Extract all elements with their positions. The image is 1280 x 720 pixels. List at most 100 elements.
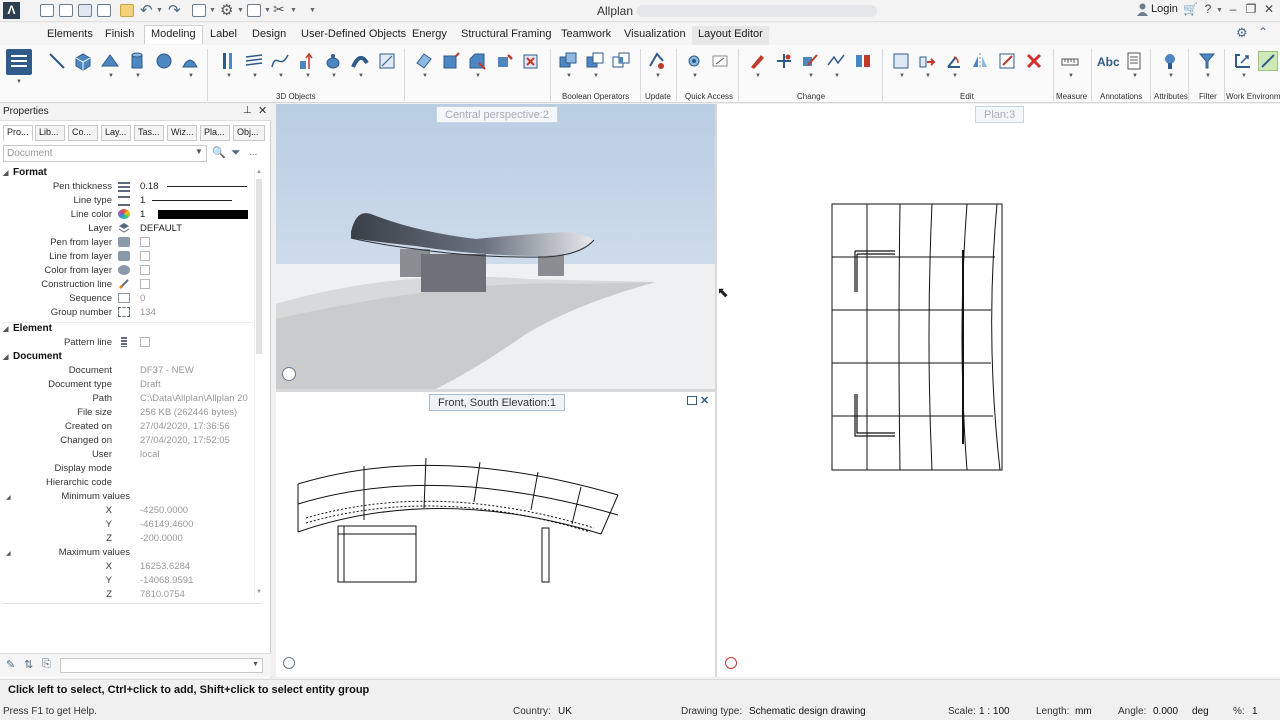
customize-toolbar-icon[interactable]: ▼	[309, 7, 316, 14]
dropdown-caret-icon[interactable]: ▼	[1068, 73, 1074, 79]
delete-icon[interactable]	[1024, 51, 1044, 71]
attributes-icon[interactable]	[1160, 51, 1180, 71]
dropdown-caret-icon[interactable]: ▼	[925, 73, 931, 79]
color-from-layer-checkbox[interactable]	[140, 265, 150, 275]
pattern-line-checkbox[interactable]	[140, 337, 150, 347]
viewport-nav-icon[interactable]	[725, 657, 737, 669]
section-element[interactable]: ◢ Element	[3, 323, 52, 334]
section-document[interactable]: ◢ Document	[3, 351, 62, 362]
apply-icon[interactable]: ⎘	[42, 658, 51, 671]
annotations-abc-icon[interactable]: Abc	[1097, 55, 1120, 69]
tab-label[interactable]: Label	[210, 26, 237, 45]
viewport-perspective-title[interactable]: Central perspective:2	[436, 106, 558, 123]
tab-structural-framing[interactable]: Structural Framing	[461, 26, 551, 45]
collapse-minimum-icon[interactable]: ◢	[6, 494, 11, 501]
help-icon[interactable]: ?	[1201, 2, 1215, 18]
group-number-value[interactable]: 134	[140, 307, 156, 318]
tab-user-defined-objects[interactable]: User-Defined Objects	[301, 26, 406, 45]
modify-format-icon[interactable]	[747, 51, 767, 71]
filter-icon[interactable]	[1197, 51, 1217, 71]
redo-icon[interactable]: ↷	[168, 1, 181, 19]
select-dropdown-icon[interactable]: ▼	[195, 147, 203, 156]
annotation-list-icon[interactable]	[1124, 51, 1144, 71]
help-dropdown-icon[interactable]: ▼	[1216, 7, 1223, 14]
tab-modeling[interactable]: Modeling	[144, 25, 203, 44]
viewport-perspective[interactable]: Central perspective:2	[276, 104, 715, 389]
tab-properties[interactable]: Pro...	[3, 125, 33, 141]
properties-toggle-dropdown-icon[interactable]: ▼	[16, 79, 22, 85]
percent-value[interactable]: 1	[1252, 706, 1258, 717]
edit-mirror-icon[interactable]	[970, 51, 990, 71]
tab-tasks[interactable]: Tas...	[134, 125, 164, 141]
viewport-nav-icon[interactable]	[282, 367, 296, 381]
layout-icon[interactable]	[247, 4, 261, 17]
chamfer-icon[interactable]	[467, 51, 487, 71]
folder-icon[interactable]	[120, 4, 134, 17]
settings-wheel-icon[interactable]: ⚙	[220, 1, 233, 19]
properties-scrollbar[interactable]: ▲ ▼	[254, 169, 262, 599]
collapse-icon[interactable]: ◢	[3, 325, 13, 333]
save-icon[interactable]	[78, 4, 92, 17]
fillet-icon[interactable]	[441, 51, 461, 71]
dropdown-caret-icon[interactable]: ▼	[952, 73, 958, 79]
dropdown-caret-icon[interactable]: ▼	[305, 73, 311, 79]
favorites-select[interactable]	[60, 658, 263, 673]
tab-visualization[interactable]: Visualization	[624, 26, 686, 45]
open-icon[interactable]	[59, 4, 73, 17]
edit-scale-icon[interactable]	[997, 51, 1017, 71]
minimize-icon[interactable]: –	[1226, 2, 1240, 18]
cylinder-icon[interactable]	[127, 51, 147, 71]
subtract-icon[interactable]	[585, 51, 605, 71]
sphere-icon[interactable]	[154, 51, 174, 71]
separate-icon[interactable]	[521, 51, 541, 71]
allplan-logo-icon[interactable]: Λ	[3, 2, 20, 19]
dropdown-caret-icon[interactable]: ▼	[278, 73, 284, 79]
dropdown-caret-icon[interactable]: ▼	[566, 73, 572, 79]
eyedropper-icon[interactable]: ✎	[6, 658, 15, 671]
tab-design[interactable]: Design	[252, 26, 286, 45]
tab-wizards[interactable]: Wiz...	[167, 125, 197, 141]
section-format[interactable]: ◢ Format	[3, 167, 47, 178]
scroll-down-icon[interactable]: ▼	[256, 589, 262, 595]
dropdown-caret-icon[interactable]: ▼	[226, 73, 232, 79]
update-icon[interactable]	[647, 51, 667, 71]
tab-layout-editor[interactable]: Layout Editor	[692, 26, 769, 45]
dropdown-caret-icon[interactable]: ▼	[655, 73, 661, 79]
pen-thickness-value[interactable]: 0.18	[140, 181, 159, 192]
dropdown-caret-icon[interactable]: ▼	[692, 73, 698, 79]
measure-icon[interactable]	[1060, 51, 1080, 71]
edit-rotate-icon[interactable]	[944, 51, 964, 71]
move-icon[interactable]	[774, 51, 794, 71]
angle-value[interactable]: 0.000	[1153, 706, 1178, 717]
shell-icon[interactable]	[494, 51, 514, 71]
pyramid-icon[interactable]	[100, 51, 120, 71]
drawing-type-value[interactable]: Schematic design drawing	[749, 706, 866, 717]
dropdown-caret-icon[interactable]: ▼	[1241, 73, 1247, 79]
view-icon[interactable]	[192, 4, 206, 17]
intersect-icon[interactable]	[611, 51, 631, 71]
dropdown-caret-icon[interactable]: ▼	[1168, 73, 1174, 79]
tools-dropdown-icon[interactable]: ▼	[290, 7, 297, 14]
cone-icon[interactable]	[180, 51, 200, 71]
tab-library[interactable]: Lib...	[35, 125, 65, 141]
dropdown-caret-icon[interactable]: ▼	[1205, 73, 1211, 79]
rotate-icon[interactable]	[323, 51, 343, 71]
tab-energy[interactable]: Energy	[412, 26, 447, 45]
loft-icon[interactable]	[350, 51, 370, 71]
convert-icon[interactable]	[377, 51, 397, 71]
line-from-layer-checkbox[interactable]	[140, 251, 150, 261]
dropdown-caret-icon[interactable]: ▼	[331, 73, 337, 79]
dropdown-caret-icon[interactable]: ▼	[755, 73, 761, 79]
quick-pen-icon[interactable]	[710, 51, 730, 71]
viewport-nav-icon[interactable]	[283, 657, 295, 669]
dropdown-caret-icon[interactable]: ▼	[593, 73, 599, 79]
print-icon[interactable]	[97, 4, 111, 17]
mirror-icon[interactable]	[826, 51, 846, 71]
angle-unit[interactable]: deg	[1192, 706, 1209, 717]
extrude-icon[interactable]	[218, 51, 238, 71]
new-file-icon[interactable]	[40, 4, 54, 17]
restore-icon[interactable]: ❐	[1244, 2, 1258, 18]
country-value[interactable]: UK	[558, 706, 572, 717]
work-environment-active-icon[interactable]	[1258, 51, 1278, 71]
line-color-value[interactable]: 1	[140, 209, 145, 220]
